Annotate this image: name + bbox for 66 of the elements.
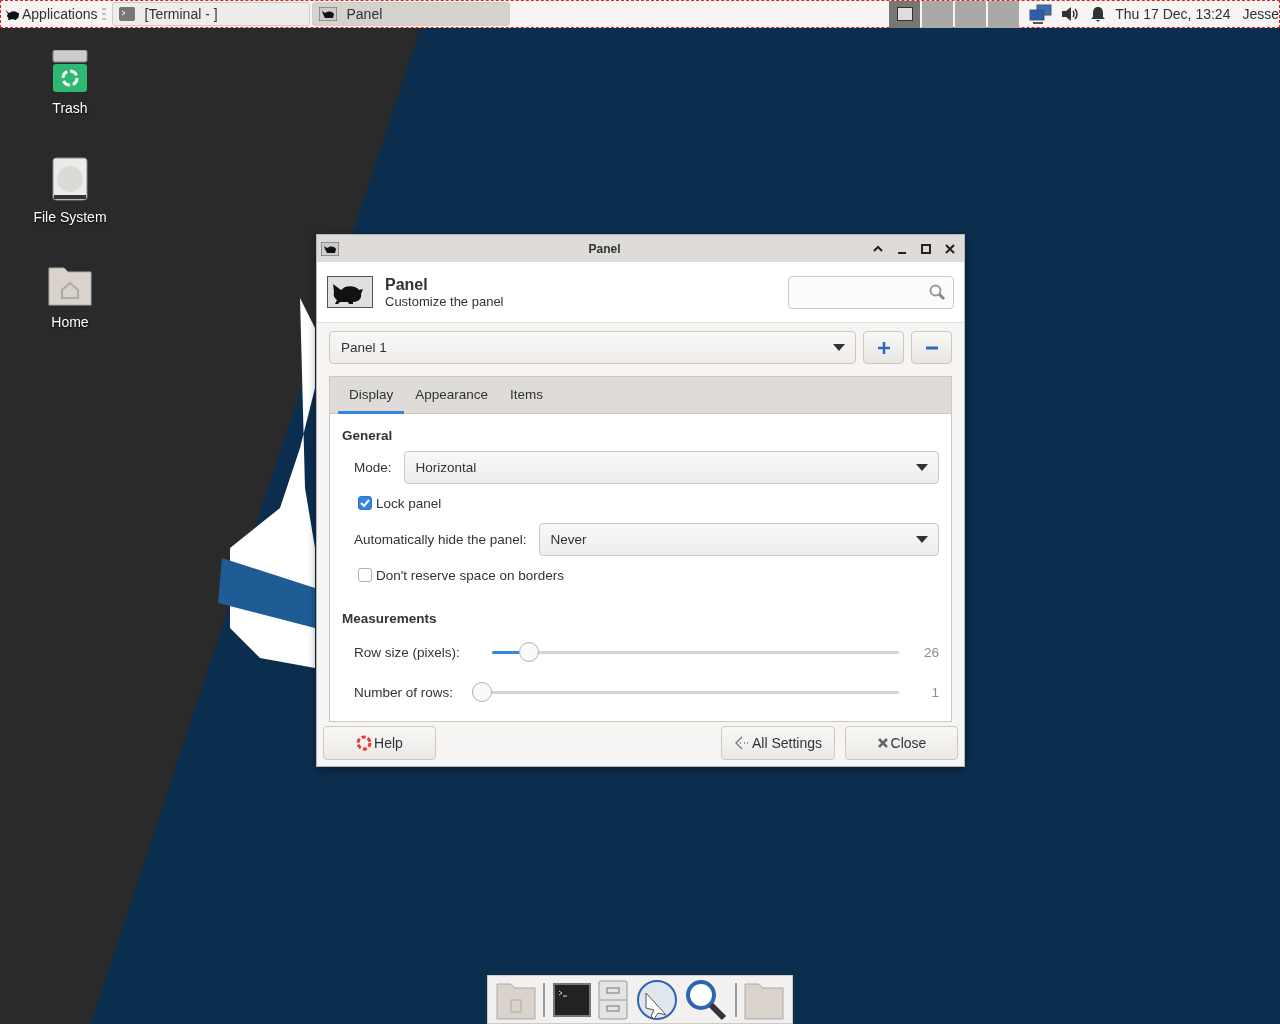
network-icon[interactable]	[1029, 4, 1054, 24]
close-icon	[876, 737, 889, 749]
tab[interactable]: Appearance	[404, 377, 500, 414]
dropdown-caret-icon	[916, 535, 928, 543]
dropdown-caret-icon	[833, 344, 845, 351]
slider-label: Number of rows:	[354, 684, 455, 700]
close-dialog-button[interactable]: Close	[845, 726, 958, 760]
header-title: Panel	[385, 275, 429, 294]
terminal-icon[interactable]	[552, 982, 591, 1017]
panel-dropdown[interactable]: Panel 1	[329, 331, 856, 364]
terminal-icon	[118, 7, 135, 21]
slider-thumb[interactable]	[472, 681, 492, 702]
tab[interactable]: Display	[338, 377, 405, 414]
slider-value: 26	[922, 644, 939, 660]
checkbox[interactable]	[358, 568, 372, 582]
autohide-dropdown[interactable]: Never	[538, 522, 939, 556]
back-arrow-icon	[733, 736, 750, 750]
mouse-icon	[4, 8, 20, 20]
field-label: Mode:	[354, 459, 392, 475]
header-subtitle: Customize the panel	[385, 293, 505, 309]
bell-icon[interactable]	[1091, 6, 1106, 22]
section-heading: Measurements	[342, 611, 438, 626]
tab[interactable]: Items	[499, 377, 555, 414]
add-button[interactable]	[863, 331, 904, 364]
field-label: Automatically hide the panel:	[354, 531, 527, 547]
section-heading: General	[342, 428, 394, 443]
taskbar-button[interactable]: [Terminal - ]	[111, 2, 310, 26]
window-title: Panel	[587, 241, 622, 256]
checkbox-label: Don't reserve space on borders	[376, 567, 564, 583]
close-icon	[945, 243, 955, 254]
workspace-button[interactable]	[889, 0, 921, 28]
hard-drive-icon	[52, 157, 88, 201]
mouse-icon	[318, 7, 337, 21]
handle-icon	[101, 8, 106, 20]
user-name[interactable]: Jesse	[1242, 6, 1279, 22]
window-preview-icon	[896, 7, 913, 21]
globe-icon[interactable]	[635, 978, 678, 1021]
taskbar-button[interactable]: Panel	[311, 2, 510, 26]
chevron-up-icon	[873, 245, 883, 252]
desktop-icon-label[interactable]: Trash	[52, 100, 88, 116]
trash-bin-icon	[52, 50, 88, 92]
applications-menu[interactable]: Applications	[1, 1, 102, 27]
mouse-icon	[321, 241, 339, 256]
desktop-icon-label[interactable]: File System	[33, 209, 107, 225]
search-icon	[929, 284, 945, 300]
mode-dropdown[interactable]: Horizontal	[403, 450, 939, 484]
checkbox[interactable]	[358, 496, 372, 510]
desktop-icon-label[interactable]: Home	[51, 314, 89, 330]
minimize-icon	[897, 251, 907, 254]
all-settings-button[interactable]: All Settings	[720, 726, 835, 760]
clock[interactable]: Thu 17 Dec, 13:24	[1115, 6, 1231, 22]
maximize-icon	[921, 243, 931, 254]
search-icon[interactable]	[685, 978, 728, 1021]
mouse-icon	[327, 276, 373, 308]
home-folder-icon	[48, 264, 92, 306]
slider-thumb[interactable]	[518, 641, 539, 662]
minus-icon	[925, 345, 938, 350]
help-button[interactable]: Help	[323, 726, 436, 760]
slider-value: 1	[930, 684, 939, 700]
checkbox-label: Lock panel	[376, 495, 442, 511]
dropdown-caret-icon	[916, 463, 928, 471]
lifebuoy-icon	[356, 735, 373, 751]
slider-label: Row size (pixels):	[354, 644, 461, 660]
volume-icon[interactable]	[1061, 6, 1080, 22]
search-field[interactable]	[788, 275, 954, 309]
plus-icon	[877, 341, 890, 354]
